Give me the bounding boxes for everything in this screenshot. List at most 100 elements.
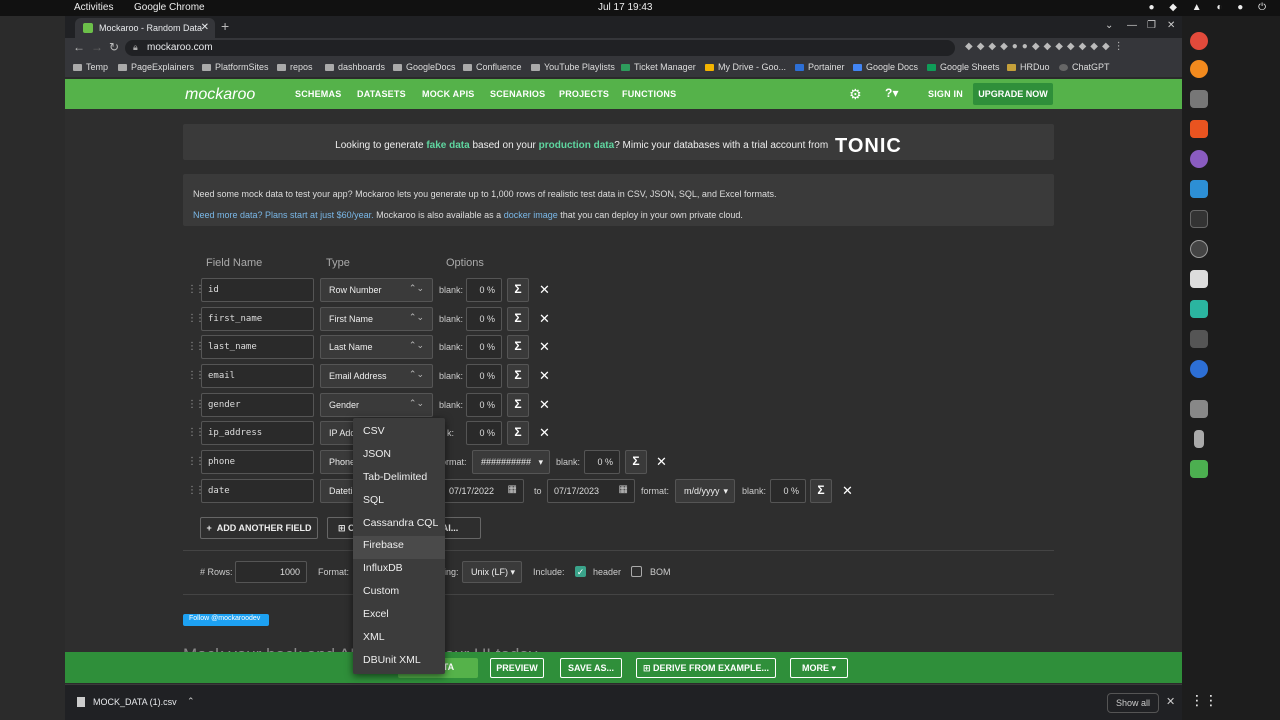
format-option-excel[interactable]: Excel xyxy=(353,605,445,628)
blank-percent-input[interactable]: 0 % xyxy=(770,479,806,503)
vim-icon[interactable] xyxy=(1190,270,1208,288)
fake-data-link[interactable]: fake data xyxy=(426,140,469,151)
calendar-icon[interactable]: ▦ xyxy=(508,484,517,495)
format-option-firebase[interactable]: Firebase xyxy=(353,536,445,560)
format-option-sql[interactable]: SQL xyxy=(353,491,445,514)
app-menu[interactable]: Google Chrome xyxy=(134,2,205,13)
blank-percent-input[interactable]: 0 % xyxy=(584,450,620,474)
phone-format-select[interactable]: ########## ▾ xyxy=(472,450,550,474)
activity-icon[interactable] xyxy=(1190,330,1208,348)
line-ending-select[interactable]: Unix (LF) ▾ xyxy=(462,561,522,583)
docker-image-link[interactable]: docker image xyxy=(504,210,558,220)
terminal-icon[interactable] xyxy=(1190,210,1208,228)
blank-percent-input[interactable]: 0 % xyxy=(466,307,502,331)
clock[interactable]: Jul 17 19:43 xyxy=(598,2,653,13)
format-option-cassandra-cql[interactable]: Cassandra CQL xyxy=(353,514,445,537)
formula-sigma-button[interactable]: Σ xyxy=(507,393,529,417)
bookmark-item[interactable]: HRDuo xyxy=(1007,62,1050,72)
bookmark-item[interactable]: My Drive - Goo... xyxy=(705,62,786,72)
delete-field-icon[interactable]: ✕ xyxy=(539,339,550,355)
close-shelf-icon[interactable]: ✕ xyxy=(1166,695,1175,708)
blank-percent-input[interactable]: 0 % xyxy=(466,335,502,359)
field-name-input[interactable]: last_name xyxy=(201,335,314,359)
bookmark-item[interactable]: Ticket Manager xyxy=(621,62,696,72)
maximize-icon[interactable]: ❐ xyxy=(1147,20,1156,31)
trash-icon[interactable] xyxy=(1190,460,1208,478)
date-format-select[interactable]: m/d/yyyy ▾ xyxy=(675,479,735,503)
bookmark-item[interactable]: YouTube Playlists xyxy=(531,62,615,72)
back-icon[interactable]: ← xyxy=(73,40,85,54)
new-tab-icon[interactable]: + xyxy=(221,18,229,34)
activities-button[interactable]: Activities xyxy=(74,2,113,13)
pricing-link[interactable]: Need more data? Plans start at just $60/… xyxy=(193,210,374,220)
field-name-input[interactable]: gender xyxy=(201,393,314,417)
bookmark-item[interactable]: ChatGPT xyxy=(1059,62,1110,72)
format-option-tab-delimited[interactable]: Tab-Delimited xyxy=(353,468,445,491)
close-window-icon[interactable]: ✕ xyxy=(1167,20,1175,31)
format-option-influxdb[interactable]: InfluxDB xyxy=(353,559,445,582)
nav-projects[interactable]: PROJECTS xyxy=(559,89,609,99)
formula-sigma-button[interactable]: Σ xyxy=(507,335,529,359)
formula-sigma-button[interactable]: Σ xyxy=(507,278,529,302)
system-tray-icons[interactable]: ● ◆ ▲ ◐ ● ⏻ xyxy=(1148,2,1272,13)
more-button[interactable]: MORE ▾ xyxy=(790,658,848,678)
field-name-input[interactable]: phone xyxy=(201,450,314,474)
formula-sigma-button[interactable]: Σ xyxy=(507,364,529,388)
blank-percent-input[interactable]: 0 % xyxy=(466,421,502,445)
field-name-input[interactable]: ip_address xyxy=(201,421,314,445)
bluetooth-icon[interactable] xyxy=(1190,360,1208,378)
monitor-icon[interactable] xyxy=(1190,300,1208,318)
field-name-input[interactable]: date xyxy=(201,479,314,503)
rows-input[interactable]: 1000 xyxy=(235,561,307,583)
close-tab-icon[interactable]: ✕ xyxy=(201,22,209,33)
delete-field-icon[interactable]: ✕ xyxy=(656,454,667,470)
formula-sigma-button[interactable]: Σ xyxy=(507,421,529,445)
sign-in-link[interactable]: SIGN IN xyxy=(928,89,963,99)
field-type-select[interactable]: Gender ⌃⌄ xyxy=(320,393,433,417)
bookmark-item[interactable]: Google Docs xyxy=(853,62,918,72)
lock-icon[interactable]: 🔒︎ xyxy=(133,42,138,53)
drive-icon[interactable] xyxy=(1190,400,1208,418)
delete-field-icon[interactable]: ✕ xyxy=(539,368,550,384)
formula-sigma-button[interactable]: Σ xyxy=(810,479,832,503)
settings-gear-icon[interactable]: ⚙ xyxy=(849,86,862,103)
bookmark-item[interactable]: Portainer xyxy=(795,62,845,72)
extension-icons[interactable]: ◆◆◆◆●●◆◆◆◆◆◆◆⋮ xyxy=(965,41,1128,52)
format-option-dbunit-xml[interactable]: DBUnit XML xyxy=(353,651,445,674)
minimize-icon[interactable]: — xyxy=(1127,20,1137,31)
format-option-custom[interactable]: Custom xyxy=(353,582,445,605)
production-data-link[interactable]: production data xyxy=(539,140,615,151)
firefox-icon[interactable] xyxy=(1190,60,1208,78)
delete-field-icon[interactable]: ✕ xyxy=(539,311,550,327)
bookmark-item[interactable]: repos xyxy=(277,62,313,72)
format-option-xml[interactable]: XML xyxy=(353,628,445,651)
nav-datasets[interactable]: DATASETS xyxy=(357,89,406,99)
nav-functions[interactable]: FUNCTIONS xyxy=(622,89,676,99)
format-option-csv[interactable]: CSV xyxy=(353,422,445,445)
delete-field-icon[interactable]: ✕ xyxy=(842,483,853,499)
github-icon[interactable] xyxy=(1190,150,1208,168)
preview-button[interactable]: PREVIEW xyxy=(490,658,544,678)
chevron-up-icon[interactable]: ⌃ xyxy=(187,696,195,707)
files-icon[interactable] xyxy=(1190,90,1208,108)
format-dropdown-menu[interactable]: CSV JSON Tab-Delimited SQL Cassandra CQL… xyxy=(353,418,445,674)
field-type-select[interactable]: First Name ⌃⌄ xyxy=(320,307,433,331)
field-type-select[interactable]: Email Address ⌃⌄ xyxy=(320,364,433,388)
reload-icon[interactable]: ↻ xyxy=(109,40,119,54)
field-name-input[interactable]: id xyxy=(201,278,314,302)
app-grid-icon[interactable]: ⋮⋮ xyxy=(1190,692,1218,710)
field-name-input[interactable]: email xyxy=(201,364,314,388)
add-another-field-button[interactable]: + ADD ANOTHER FIELD xyxy=(200,517,318,539)
field-name-input[interactable]: first_name xyxy=(201,307,314,331)
nav-schemas[interactable]: SCHEMAS xyxy=(295,89,341,99)
formula-sigma-button[interactable]: Σ xyxy=(507,307,529,331)
follow-twitter-button[interactable]: Follow @mockaroodev xyxy=(183,614,269,626)
browser-tab[interactable]: Mockaroo - Random Data ✕ xyxy=(75,18,215,38)
bookmark-item[interactable]: Temp xyxy=(73,62,108,72)
vscode-icon[interactable] xyxy=(1190,180,1208,198)
mockaroo-logo[interactable]: mockaroo xyxy=(185,86,255,104)
forward-icon[interactable]: → xyxy=(91,40,103,54)
blank-percent-input[interactable]: 0 % xyxy=(466,364,502,388)
bookmark-item[interactable]: Confluence xyxy=(463,62,522,72)
upgrade-now-button[interactable]: UPGRADE NOW xyxy=(973,83,1053,105)
